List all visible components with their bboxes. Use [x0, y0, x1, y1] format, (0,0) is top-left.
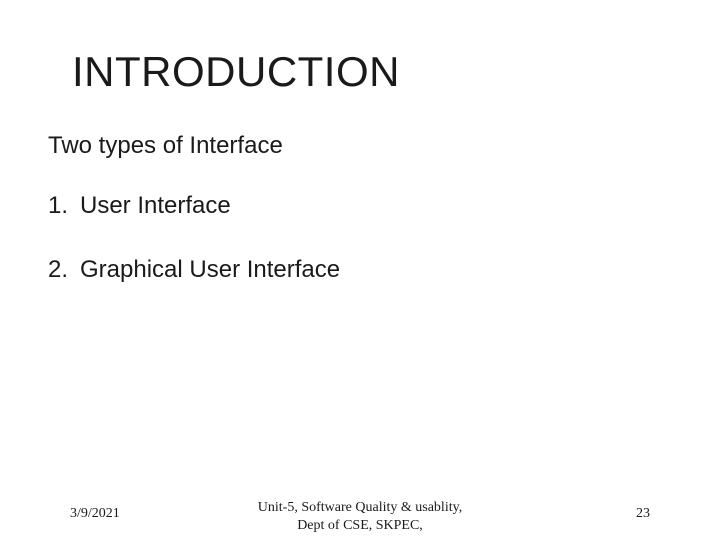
- footer-page-number: 23: [636, 506, 650, 522]
- list-text: User Interface: [80, 192, 231, 220]
- slide: INTRODUCTION Two types of Interface 1. U…: [0, 0, 720, 540]
- slide-title: INTRODUCTION: [72, 48, 672, 96]
- list-number: 1.: [48, 192, 80, 220]
- list-number: 2.: [48, 256, 80, 284]
- list-item: 1. User Interface: [48, 192, 672, 220]
- slide-subtitle: Two types of Interface: [48, 132, 672, 160]
- footer-center: Unit-5, Software Quality & usablity, Dep…: [258, 499, 462, 534]
- list-item: 2. Graphical User Interface: [48, 256, 672, 284]
- footer-date: 3/9/2021: [70, 506, 120, 522]
- interface-list: 1. User Interface 2. Graphical User Inte…: [48, 192, 672, 284]
- list-text: Graphical User Interface: [80, 256, 340, 284]
